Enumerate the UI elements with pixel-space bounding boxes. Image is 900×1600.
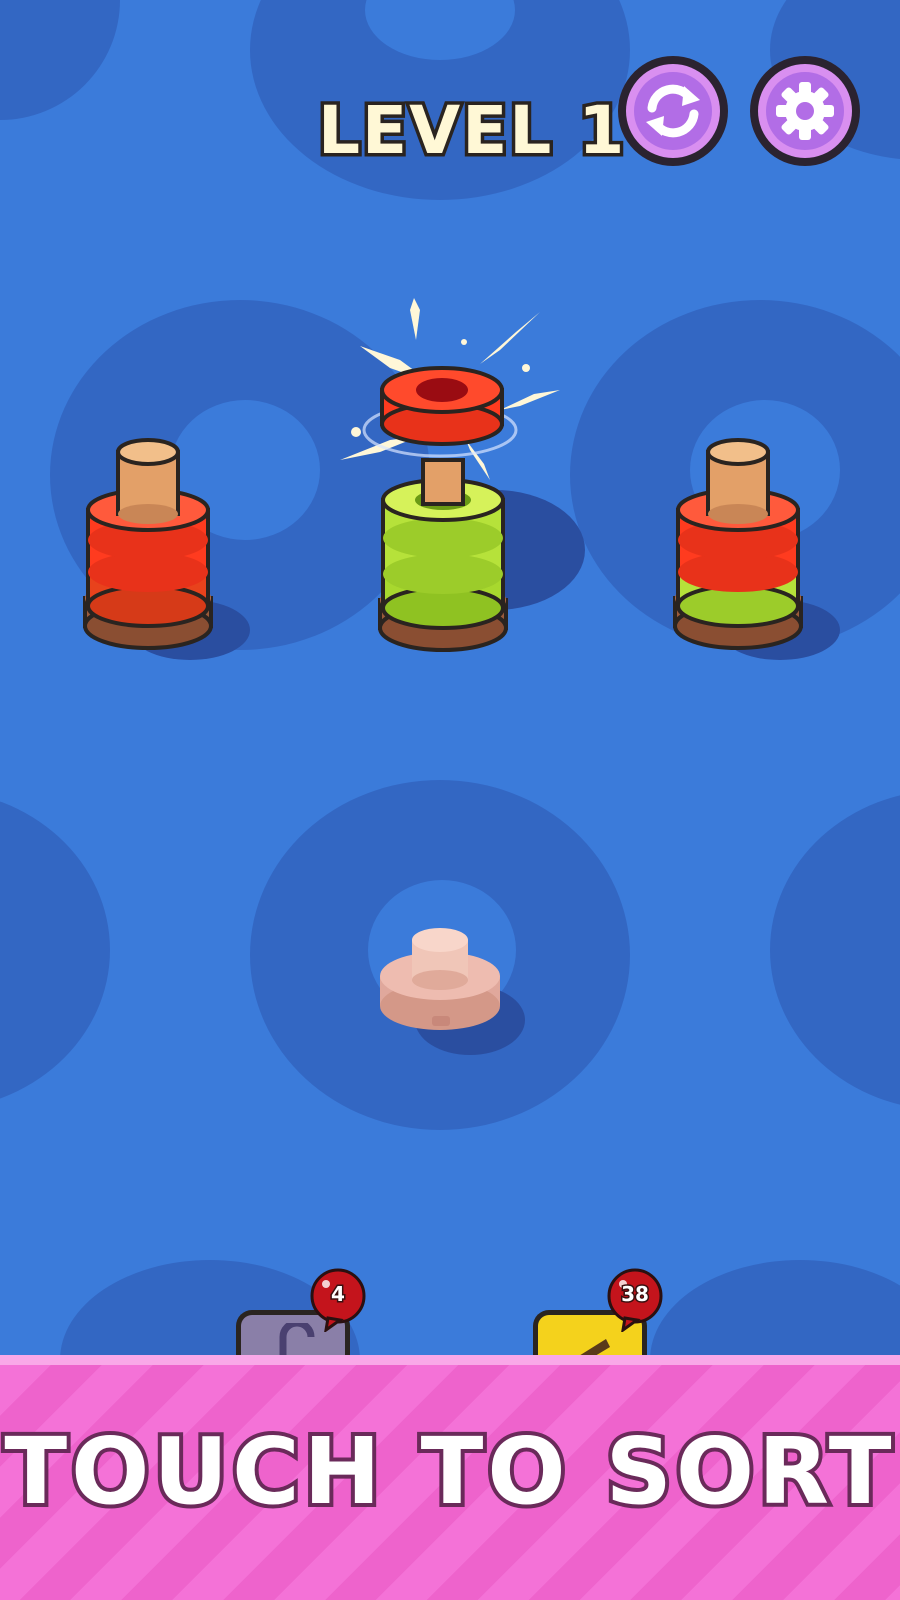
- level-title: LEVEL 1: [314, 89, 627, 173]
- bg-circle: [0, 0, 120, 120]
- hint-count: 38: [620, 1281, 651, 1308]
- peg-1[interactable]: [70, 430, 270, 680]
- gear-icon: [776, 82, 834, 140]
- lifted-ring[interactable]: [320, 290, 580, 490]
- peg-4-empty[interactable]: [370, 920, 540, 1070]
- settings-button[interactable]: [750, 56, 860, 166]
- peg-3[interactable]: [660, 430, 860, 680]
- restart-button[interactable]: [618, 56, 728, 166]
- undo-count-badge: 4: [306, 1268, 370, 1334]
- instruction-text: TOUCH TO SORT: [0, 1414, 896, 1529]
- hint-count-badge: 38: [603, 1268, 667, 1334]
- game-board[interactable]: LEVEL 1 4 38 TOUCH TO SORT: [0, 0, 900, 1600]
- bg-circle: [770, 790, 900, 1110]
- restart-icon: [646, 84, 700, 138]
- bg-circle: [0, 790, 110, 1110]
- undo-count: 4: [330, 1281, 347, 1308]
